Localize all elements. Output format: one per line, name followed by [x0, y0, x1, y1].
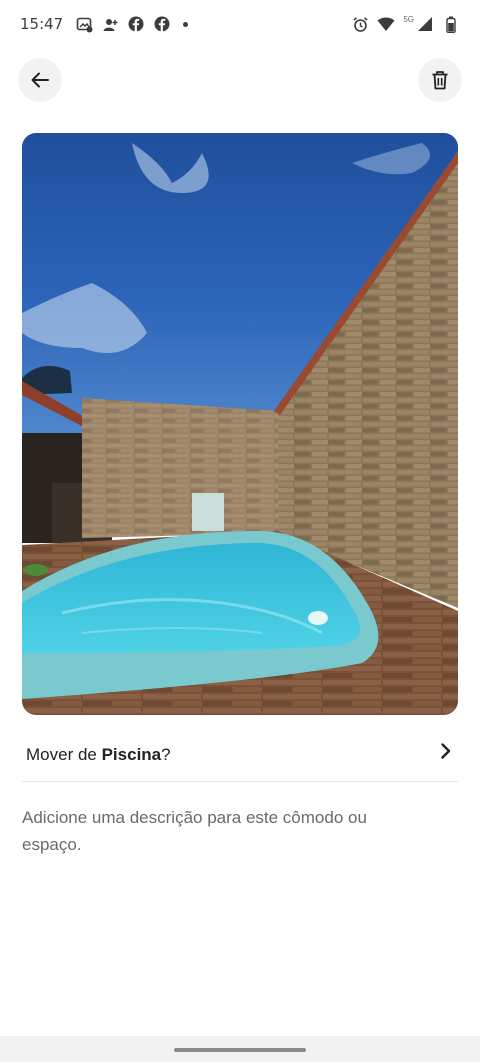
network-type: 5G: [403, 14, 414, 24]
wifi-icon: [377, 15, 395, 33]
facebook-icon: [153, 15, 171, 33]
navigation-bar: [0, 1036, 480, 1062]
move-room-name: Piscina: [101, 744, 162, 764]
move-room-prefix: Mover de: [26, 744, 102, 764]
signal-icon: [416, 15, 434, 33]
move-room-suffix: ?: [161, 744, 171, 764]
status-right: 5G: [351, 15, 460, 33]
delete-button[interactable]: [418, 58, 462, 102]
home-indicator[interactable]: [174, 1048, 306, 1052]
battery-icon: [442, 15, 460, 33]
pool-photo[interactable]: [22, 133, 458, 715]
person-add-icon: [101, 15, 119, 33]
more-dot-icon: [183, 21, 189, 27]
status-bar: 15:47 5G: [0, 0, 480, 48]
chevron-right-icon: [438, 742, 454, 765]
move-room-row[interactable]: Mover de Piscina?: [22, 728, 458, 782]
status-left: 15:47: [20, 15, 189, 33]
status-time: 15:47: [20, 15, 64, 33]
description-input[interactable]: Adicione uma descrição para este cômodo …: [22, 804, 412, 858]
arrow-left-icon: [30, 70, 50, 90]
facebook-icon: [127, 15, 145, 33]
back-button[interactable]: [18, 58, 62, 102]
alarm-icon: [351, 15, 369, 33]
gallery-notification-icon: [75, 15, 93, 33]
move-room-label: Mover de Piscina?: [26, 745, 171, 765]
trash-icon: [431, 70, 449, 90]
